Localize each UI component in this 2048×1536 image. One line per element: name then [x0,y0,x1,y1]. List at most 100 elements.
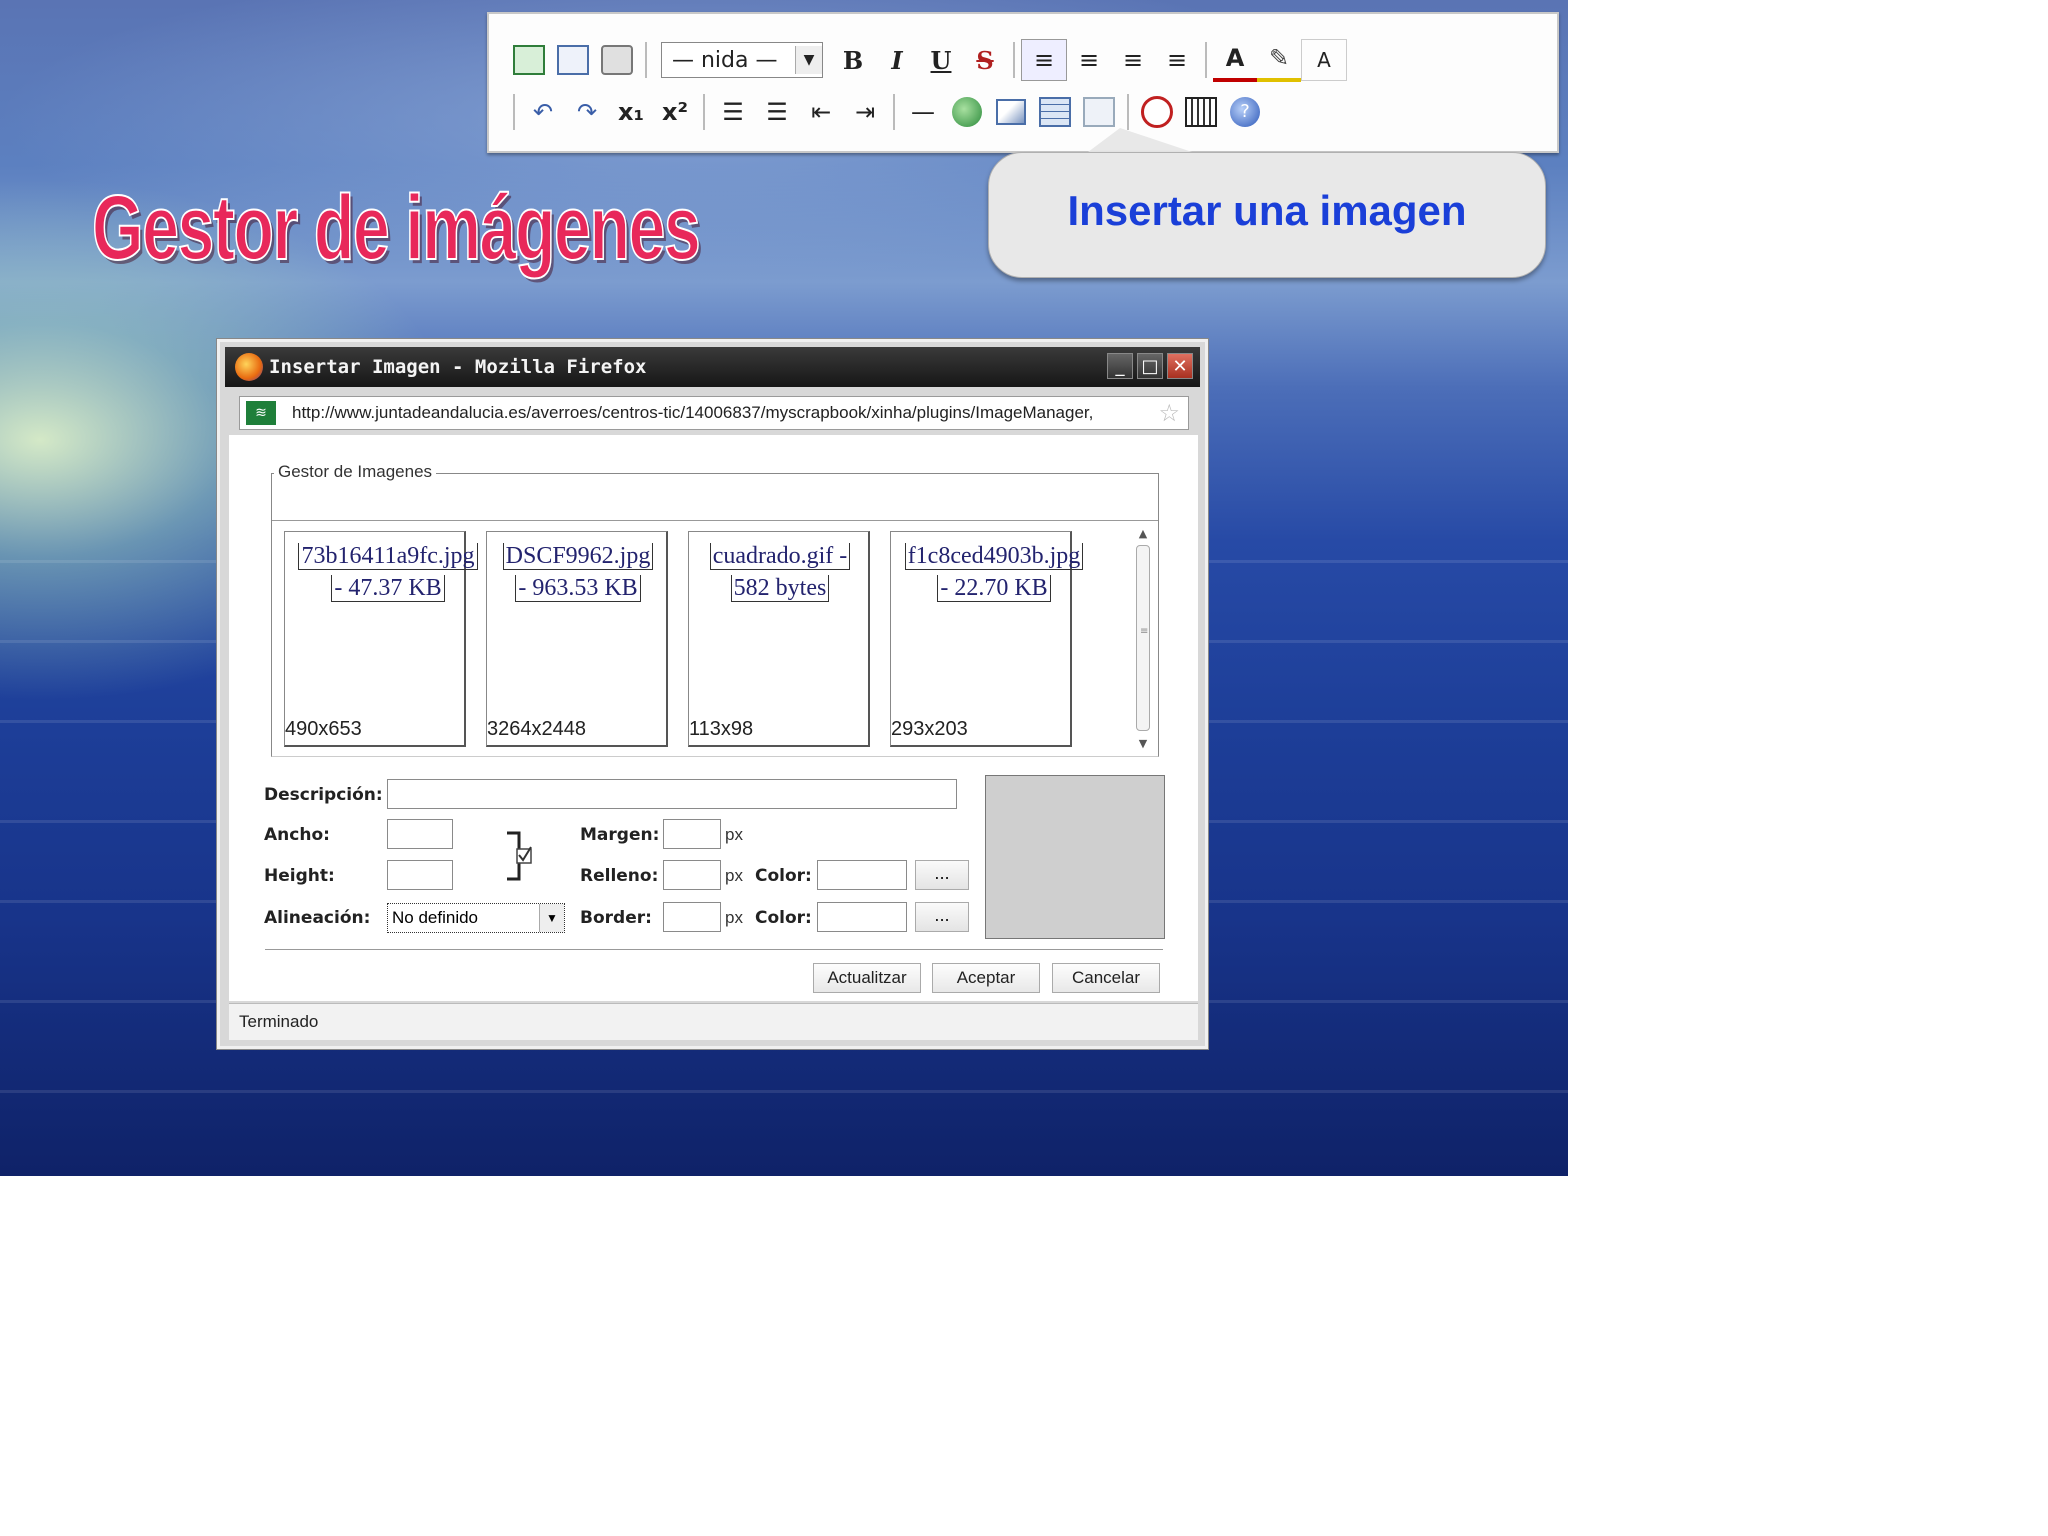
insert-image-icon[interactable] [507,40,551,80]
indent-icon[interactable]: ⇥ [843,92,887,132]
thumbnail-dimensions: 3264x2448 [487,718,586,740]
aceptar-button[interactable]: Aceptar [932,963,1040,993]
slide-title: Gestor de imágenes [91,176,701,280]
relleno-color-picker-button[interactable]: ... [915,860,969,890]
thumbnail-name-line1: DSCF9962.jpg [502,543,654,570]
relleno-unit: px [725,866,743,885]
image-thumbnail[interactable]: 73b16411a9fc.jpg - 47.37 KB 490x653 [284,531,478,747]
image-thumbnail[interactable]: f1c8ced4903b.jpg - 22.70 KB 293x203 [890,531,1084,747]
margen-input[interactable] [663,819,721,849]
url-text: http://www.juntadeandalucia.es/averroes/… [292,403,1094,422]
table-props-icon[interactable] [1077,92,1121,132]
thumbnail-size: - 47.37 KB [331,575,445,602]
align-right-icon[interactable]: ≡ [1111,40,1155,80]
status-bar: Terminado [229,1003,1198,1040]
site-identity-icon[interactable]: ≋ [246,401,276,425]
justify-icon[interactable]: ≡ [1155,40,1199,80]
scroll-up-icon[interactable]: ▲ [1134,525,1152,543]
bold-icon[interactable]: B [831,40,875,80]
editor-toolbar: — nida — ▼ B I U S ≡ ≡ ≡ ≡ A ✎ A ↶ ↷ x₁ … [487,12,1559,153]
vertical-scrollbar[interactable]: ▲ ≡ ▼ [1134,525,1152,753]
redo-icon[interactable]: ↷ [565,92,609,132]
image-thumbnail[interactable]: cuadrado.gif - 582 bytes 113x98 [688,531,870,747]
ordered-list-icon[interactable]: ☰ [711,92,755,132]
text-direction-icon[interactable]: A [1301,39,1347,81]
alineacion-value: No definido [392,908,479,927]
window-title: Insertar Imagen - Mozilla Firefox [269,356,647,378]
highlight-color-icon[interactable]: ✎ [1257,38,1301,82]
thumbnail-name-line1: 73b16411a9fc.jpg [298,543,478,570]
maximize-button[interactable]: □ [1137,353,1163,379]
thumbnail-name: cuadrado.gif - 582 bytes [685,540,875,604]
subscript-icon[interactable]: x₁ [609,92,653,132]
scrollbar-thumb[interactable]: ≡ [1136,545,1150,731]
border-color-input[interactable] [817,902,907,932]
superscript-icon[interactable]: x² [653,92,697,132]
toolbar-separator [1127,94,1129,130]
relleno-label: Relleno: [580,866,659,886]
underline-icon[interactable]: U [919,40,963,80]
toolbar-separator [1013,42,1015,78]
insert-table-icon[interactable] [1033,92,1077,132]
image-manager-fieldset: Gestor de Imagenes 73b16411a9fc.jpg - 47.… [271,462,1159,757]
toolbar-separator [1205,42,1207,78]
relleno-color-label: Color: [755,866,812,886]
font-select[interactable]: — nida — ▼ [661,42,823,78]
border-input[interactable] [663,902,721,932]
ancho-input[interactable] [387,819,453,849]
strikethrough-icon[interactable]: S [963,40,1007,80]
toolbar-separator [645,42,647,78]
close-button[interactable]: ✕ [1167,353,1193,379]
align-left-icon[interactable]: ≡ [1021,39,1067,81]
italic-icon[interactable]: I [875,40,919,80]
border-color-picker-button[interactable]: ... [915,902,969,932]
image-thumbnail[interactable]: DSCF9962.jpg - 963.53 KB 3264x2448 [486,531,668,747]
descripcion-input[interactable] [387,779,957,809]
alineacion-select[interactable]: No definido ▼ [387,903,565,933]
relleno-input[interactable] [663,860,721,890]
status-text: Terminado [239,1012,319,1031]
window-titlebar: Insertar Imagen - Mozilla Firefox _ □ ✕ [225,347,1200,387]
thumbnail-size: - 963.53 KB [515,575,641,602]
margen-label: Margen: [580,825,660,845]
constrain-proportions-icon[interactable] [505,831,535,881]
height-label: Height: [264,866,335,886]
scroll-down-icon[interactable]: ▼ [1134,735,1152,753]
thumbnail-dimensions: 113x98 [689,718,754,740]
unordered-list-icon[interactable]: ☰ [755,92,799,132]
help-icon[interactable]: ? [1223,92,1267,132]
insert-image-icon[interactable] [989,92,1033,132]
horizontal-rule-icon[interactable]: — [901,92,945,132]
fieldset-legend: Gestor de Imagenes [274,462,437,482]
height-input[interactable] [387,860,453,890]
toolbar-separator [513,94,515,130]
address-bar[interactable]: ≋ http://www.juntadeandalucia.es/averroe… [239,396,1189,430]
minimize-button[interactable]: _ [1107,353,1133,379]
fullscreen-icon[interactable] [1179,92,1223,132]
outdent-icon[interactable]: ⇤ [799,92,843,132]
font-select-value: — nida — [672,47,778,73]
actualizar-button[interactable]: Actualitzar [813,963,921,993]
divider [265,949,1163,950]
thumbnail-name-line1: f1c8ced4903b.jpg [904,543,1084,570]
thumbnail-name: f1c8ced4903b.jpg - 22.70 KB [899,540,1089,604]
border-color-label: Color: [755,908,812,928]
thumbnail-name: DSCF9962.jpg - 963.53 KB [483,540,673,604]
print-icon[interactable] [595,40,639,80]
source-icon[interactable] [1135,92,1179,132]
relleno-color-input[interactable] [817,860,907,890]
thumbnail-name: 73b16411a9fc.jpg - 47.37 KB [293,540,483,604]
thumbnail-name-line1: cuadrado.gif - [709,543,851,570]
undo-icon[interactable]: ↶ [521,92,565,132]
html-icon[interactable] [551,40,595,80]
bookmark-star-icon[interactable]: ☆ [1158,399,1180,427]
thumbnail-dimensions: 490x653 [285,718,362,740]
cancelar-button[interactable]: Cancelar [1052,963,1160,993]
thumbnail-size: - 22.70 KB [937,575,1051,602]
margen-unit: px [725,825,743,844]
font-color-icon[interactable]: A [1213,38,1257,82]
thumbnail-dimensions: 293x203 [891,718,968,740]
descripcion-label: Descripción: [264,785,383,805]
align-center-icon[interactable]: ≡ [1067,40,1111,80]
insert-link-icon[interactable] [945,92,989,132]
